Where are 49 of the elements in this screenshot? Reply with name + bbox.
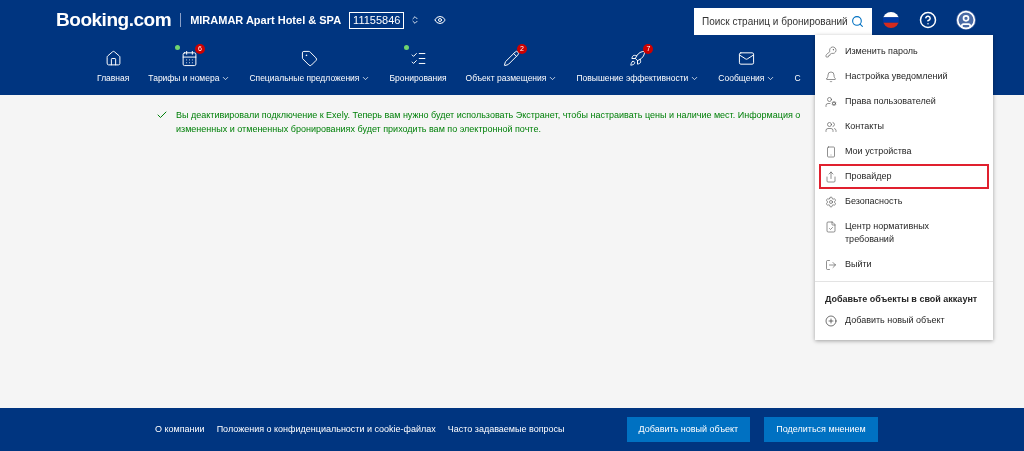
account-icon[interactable]: [956, 10, 976, 30]
bell-icon: [825, 71, 837, 83]
flag-icon[interactable]: [883, 12, 899, 28]
rocket-icon: [629, 49, 647, 67]
key-icon: [825, 46, 837, 58]
property-id: 11155846: [349, 11, 405, 29]
menu-item[interactable]: Права пользователей: [819, 89, 989, 114]
logout-icon: [825, 259, 837, 271]
menu-item[interactable]: Настройка уведомлений: [819, 64, 989, 89]
nav-item[interactable]: Сообщения: [718, 47, 776, 85]
calendar-icon: [180, 49, 198, 67]
menu-item[interactable]: Контакты: [819, 114, 989, 139]
user-settings-icon: [825, 96, 837, 108]
pencil-icon: [503, 49, 520, 67]
search-icon[interactable]: [851, 15, 864, 28]
share-icon: [825, 171, 837, 183]
menu-item[interactable]: Мои устройства: [819, 139, 989, 164]
search-field[interactable]: Поиск страниц и бронирований: [694, 8, 872, 35]
menu-item[interactable]: Изменить пароль: [819, 39, 989, 64]
menu-item[interactable]: Провайдер: [819, 164, 989, 189]
logo[interactable]: Booking.com: [56, 5, 172, 35]
footer-button[interactable]: Добавить новый объект: [626, 417, 751, 442]
menu-item[interactable]: Выйти: [819, 252, 989, 277]
tag-icon: [301, 49, 319, 67]
plus-icon: [825, 314, 837, 327]
footer-link[interactable]: Положения о конфиденциальности и cookie-файлах: [216, 422, 436, 437]
menu-item[interactable]: Добавить новый объект: [815, 306, 993, 336]
nav-item[interactable]: Специальные предложения: [249, 47, 371, 85]
nav-item[interactable]: Бронирования: [389, 47, 447, 85]
mail-icon: [738, 49, 756, 67]
menu-item[interactable]: Центр нормативных требований: [819, 214, 989, 252]
settings-icon: [825, 196, 837, 208]
nav-item[interactable]: Главная: [97, 47, 130, 85]
help-icon[interactable]: [919, 11, 937, 29]
footer-button[interactable]: Поделиться мнением: [764, 417, 878, 442]
menu-item[interactable]: Безопасность: [819, 189, 989, 214]
eye-icon[interactable]: [434, 14, 447, 26]
home-icon: [104, 49, 122, 67]
footer-link[interactable]: Часто задаваемые вопросы: [447, 422, 565, 437]
success-message: Вы деактивировали подключение к Exely. Теперь вам нужно будет использовать Экстранет, чтобы настраивать цены и наличие мест. Информация о измененных и отмененных бронированиях будет приходить вам по электронной почте.: [176, 109, 802, 136]
document-icon: [825, 221, 837, 233]
phone-icon: [825, 146, 837, 158]
check-icon: [156, 109, 168, 121]
property-name: MIRAMAR Apart Hotel & SPA: [190, 12, 342, 28]
footer-link[interactable]: О компании: [155, 422, 205, 437]
nav-item[interactable]: С: [794, 69, 801, 85]
menu-section-title: Добавьте объекты в свой аккаунт: [824, 293, 979, 306]
users-icon: [825, 121, 837, 133]
switch-icon[interactable]: [410, 15, 421, 25]
